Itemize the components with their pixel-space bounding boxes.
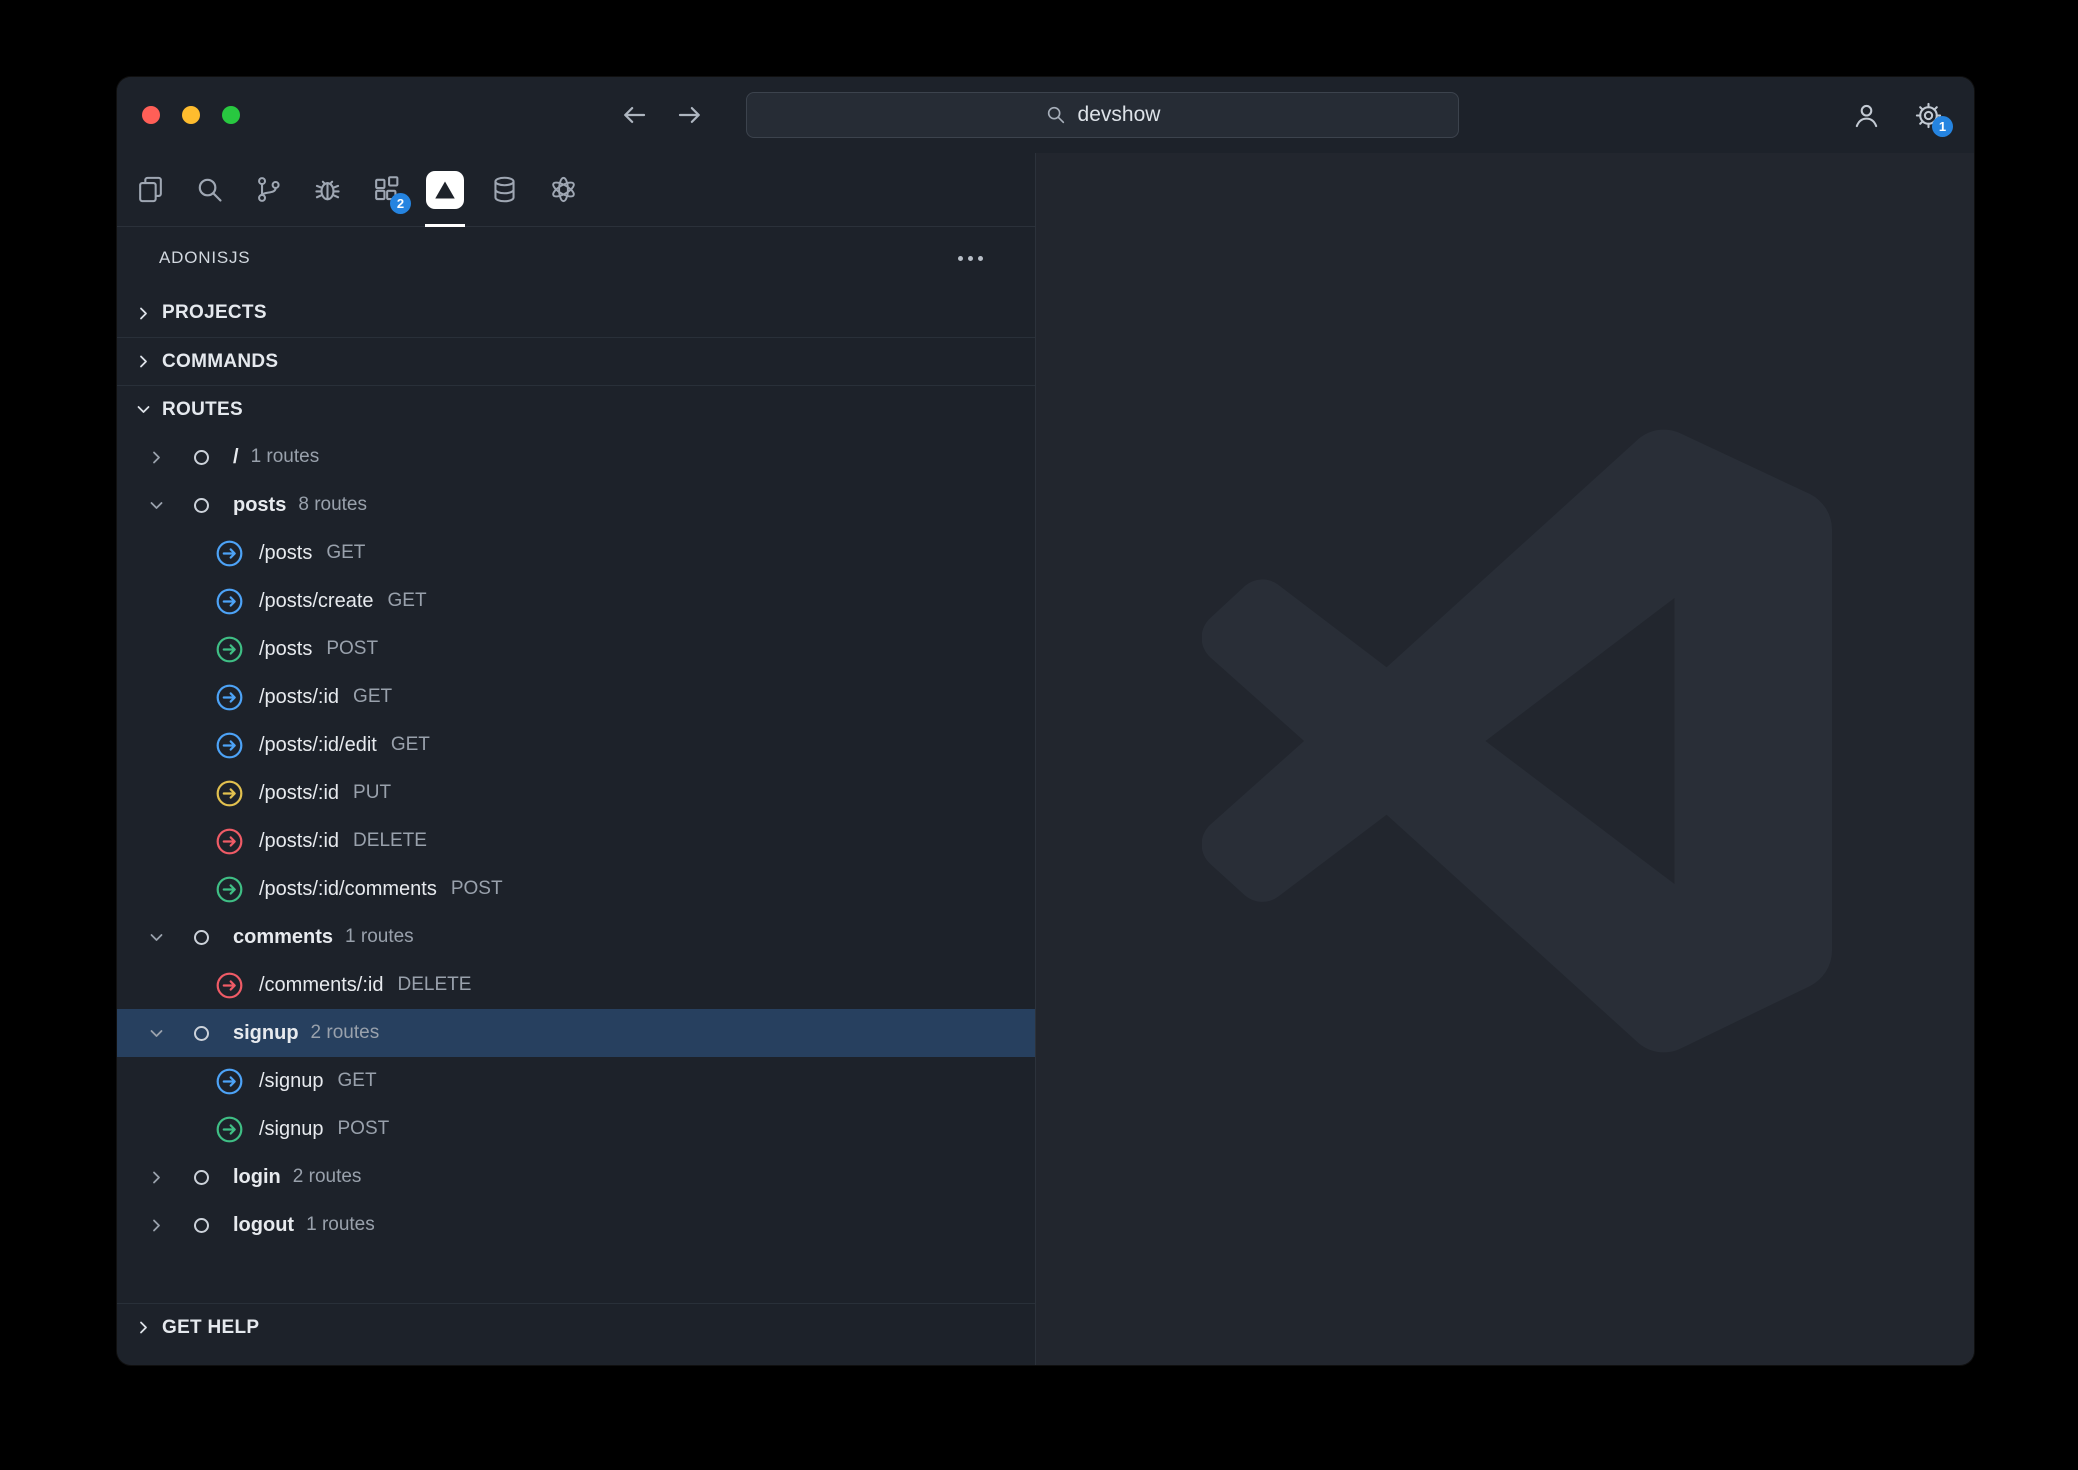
database-icon [489, 174, 520, 205]
source-control-button[interactable] [247, 153, 289, 226]
extensions-button[interactable]: 2 [365, 153, 407, 226]
chevron-right-icon [133, 352, 153, 372]
history-nav [617, 77, 707, 153]
route-group-signup[interactable]: signup 2 routes [117, 1009, 1035, 1057]
explorer-button[interactable] [129, 153, 171, 226]
account-icon [1851, 100, 1882, 131]
sidebar-section-routes[interactable]: ROUTES [117, 385, 1035, 433]
vscode-logo-watermark [1202, 426, 1832, 1056]
method-delete-icon [216, 828, 243, 855]
minimize-button[interactable] [182, 106, 200, 124]
search-icon [1045, 104, 1067, 126]
method-get-icon [216, 540, 243, 567]
route-group-root[interactable]: / 1 routes [117, 433, 1035, 481]
method-get-icon [216, 732, 243, 759]
openai-chat-button[interactable] [542, 153, 584, 226]
chevron-right-icon [133, 303, 153, 323]
route-group-icon [194, 1170, 209, 1185]
extensions-badge: 2 [390, 193, 411, 214]
route-group-login[interactable]: login 2 routes [117, 1153, 1035, 1201]
route-group-icon [194, 1026, 209, 1041]
chevron-down-icon [146, 927, 166, 947]
method-get-icon [216, 684, 243, 711]
sidebar-section-get-help[interactable]: GET HELP [117, 1303, 1035, 1351]
vscode-window: devshow 1 [117, 77, 1974, 1365]
route-group-posts[interactable]: posts 8 routes [117, 481, 1035, 529]
route-group-icon [194, 450, 209, 465]
command-center-search[interactable]: devshow [746, 92, 1459, 138]
title-bar: devshow 1 [117, 77, 1974, 153]
zoom-button[interactable] [222, 106, 240, 124]
route-group-icon [194, 930, 209, 945]
debug-button[interactable] [306, 153, 348, 226]
more-actions-button[interactable] [953, 243, 987, 273]
route-item[interactable]: /posts/:id PUT [117, 769, 1035, 817]
files-icon [135, 174, 166, 205]
window-controls [142, 106, 240, 124]
chevron-down-icon [133, 400, 153, 420]
bug-icon [312, 174, 343, 205]
route-group-icon [194, 498, 209, 513]
settings-badge: 1 [1932, 116, 1953, 137]
search-value: devshow [1078, 103, 1161, 127]
forward-button[interactable] [673, 98, 707, 132]
route-item[interactable]: /posts/:id/edit GET [117, 721, 1035, 769]
chevron-down-icon [146, 1023, 166, 1043]
editor-area [1036, 153, 1974, 1365]
arrow-right-icon [675, 100, 705, 130]
method-get-icon [216, 588, 243, 615]
close-button[interactable] [142, 106, 160, 124]
activity-bar: 2 [117, 153, 1035, 227]
route-item[interactable]: /posts/:id DELETE [117, 817, 1035, 865]
route-group-icon [194, 1218, 209, 1233]
git-branch-icon [253, 174, 284, 205]
adonisjs-icon [426, 171, 464, 209]
route-item[interactable]: /signup GET [117, 1057, 1035, 1105]
sidebar-section-projects[interactable]: PROJECTS [117, 289, 1035, 337]
search-icon [194, 174, 225, 205]
route-item[interactable]: /posts POST [117, 625, 1035, 673]
account-button[interactable] [1848, 97, 1884, 133]
method-post-icon [216, 1116, 243, 1143]
search-view-button[interactable] [188, 153, 230, 226]
panel-header: ADONISJS [117, 227, 1035, 289]
sidebar-section-commands[interactable]: COMMANDS [117, 337, 1035, 385]
chevron-right-icon [146, 447, 166, 467]
method-post-icon [216, 636, 243, 663]
chevron-right-icon [146, 1215, 166, 1235]
chevron-right-icon [133, 1318, 153, 1338]
route-item[interactable]: /posts/create GET [117, 577, 1035, 625]
back-button[interactable] [617, 98, 651, 132]
method-delete-icon [216, 972, 243, 999]
method-get-icon [216, 1068, 243, 1095]
route-item[interactable]: /signup POST [117, 1105, 1035, 1153]
adonisjs-tree: PROJECTS COMMANDS ROUTES / 1 routes [117, 289, 1035, 1365]
openai-icon [548, 174, 579, 205]
route-group-logout[interactable]: logout 1 routes [117, 1201, 1035, 1249]
sidebar: 2 ADONISJS [117, 153, 1036, 1365]
route-item[interactable]: /posts/:id GET [117, 673, 1035, 721]
route-group-comments[interactable]: comments 1 routes [117, 913, 1035, 961]
titlebar-right-actions: 1 [1848, 77, 1946, 153]
method-put-icon [216, 780, 243, 807]
settings-button[interactable]: 1 [1910, 97, 1946, 133]
adonisjs-view-button[interactable] [424, 153, 466, 226]
arrow-left-icon [619, 100, 649, 130]
chevron-right-icon [146, 1167, 166, 1187]
route-item[interactable]: /comments/:id DELETE [117, 961, 1035, 1009]
database-button[interactable] [483, 153, 525, 226]
ellipsis-icon [968, 256, 973, 261]
route-item[interactable]: /posts GET [117, 529, 1035, 577]
chevron-down-icon [146, 495, 166, 515]
window-body: 2 ADONISJS [117, 153, 1974, 1365]
panel-title: ADONISJS [159, 248, 250, 268]
route-item[interactable]: /posts/:id/comments POST [117, 865, 1035, 913]
method-post-icon [216, 876, 243, 903]
